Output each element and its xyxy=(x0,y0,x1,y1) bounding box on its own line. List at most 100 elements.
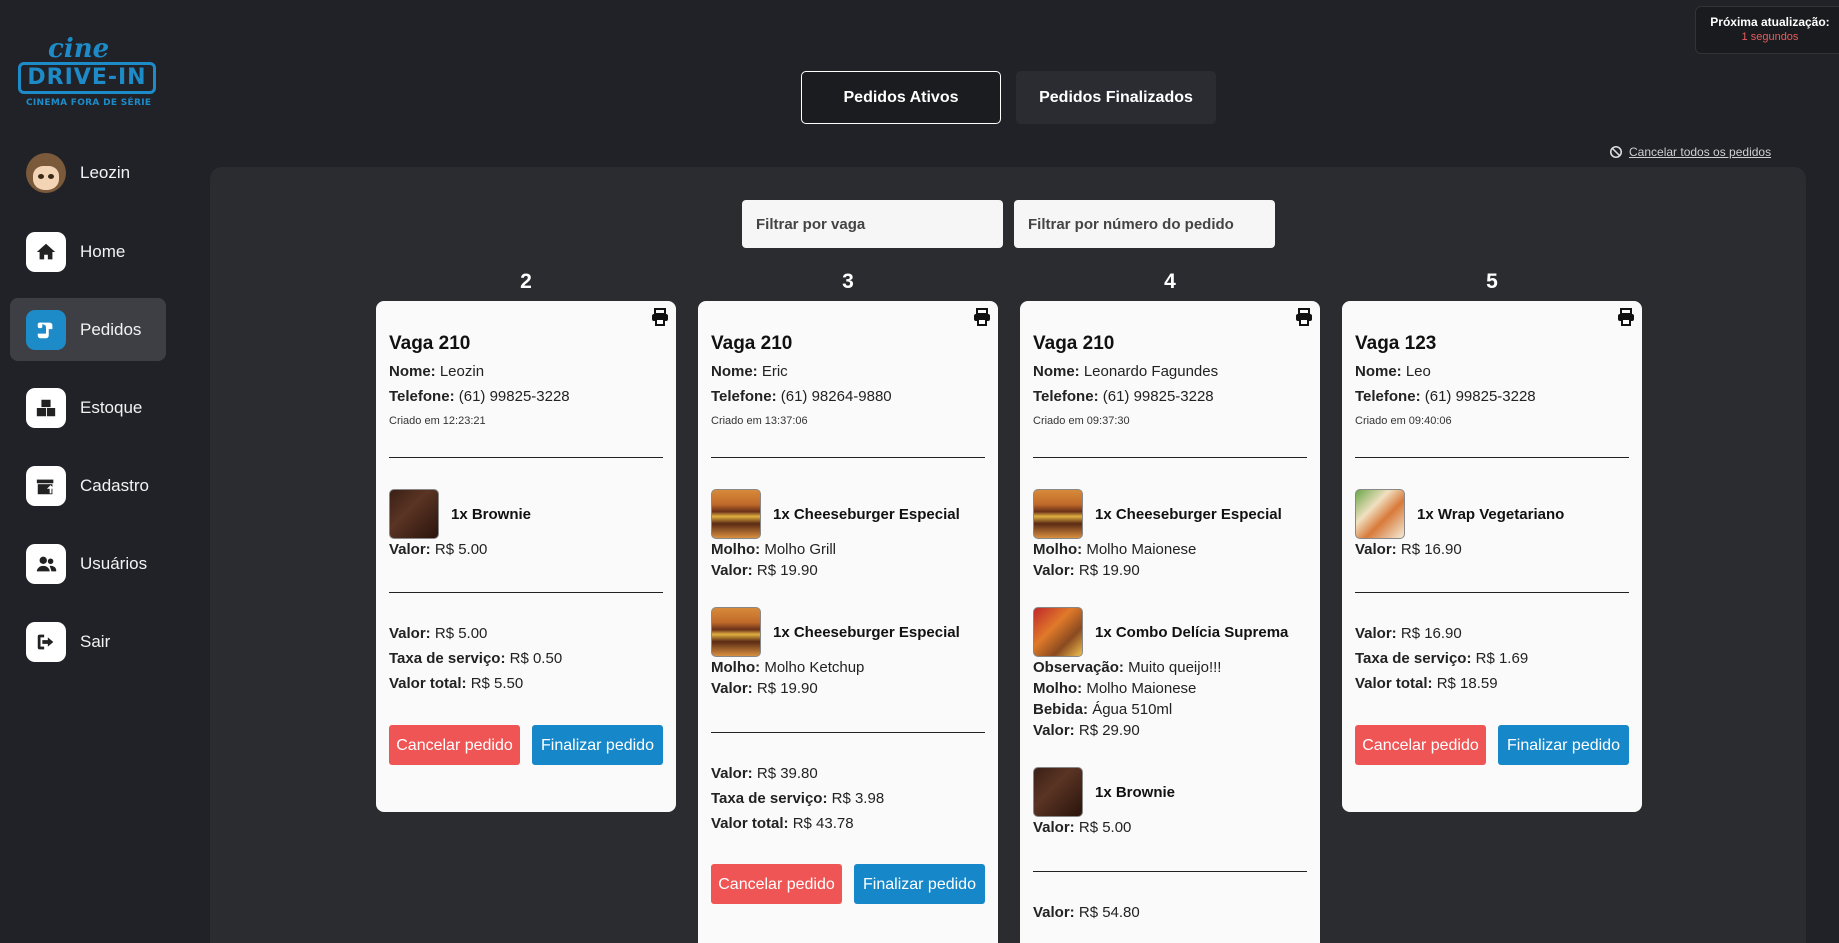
telefone-label: Telefone: xyxy=(1355,388,1421,405)
nome-label: Nome: xyxy=(1033,363,1080,380)
vaga-title: Vaga 210 xyxy=(389,333,471,354)
sidebar-user[interactable]: Leozin xyxy=(10,141,166,204)
receipt-icon xyxy=(37,322,53,338)
order-item: 1x Cheeseburger Especial xyxy=(1033,489,1307,539)
printer-icon[interactable] xyxy=(1616,307,1636,327)
item-value: R$ 5.00 xyxy=(434,541,488,558)
tab-pedidos-finalizados[interactable]: Pedidos Finalizados xyxy=(1016,71,1216,124)
telefone-label: Telefone: xyxy=(711,388,777,405)
subtotal-value: R$ 5.00 xyxy=(434,625,488,642)
sidebar-item-label: Usuários xyxy=(80,553,148,573)
item-sauce: Molho Grill xyxy=(764,541,837,558)
printer-icon[interactable] xyxy=(650,307,670,327)
valor-label: Valor: xyxy=(1355,541,1397,558)
cheeseburger-image xyxy=(711,489,761,539)
service-fee-value: R$ 1.69 xyxy=(1475,650,1529,667)
order-item: 1x Combo Delícia Suprema xyxy=(1033,607,1307,657)
item-value: R$ 29.90 xyxy=(1078,722,1140,739)
molho-label: Molho: xyxy=(1033,680,1083,697)
vaga-title: Vaga 210 xyxy=(711,333,793,354)
tab-pedidos-ativos[interactable]: Pedidos Ativos xyxy=(801,71,1001,124)
item-sauce: Molho Maionese xyxy=(1086,541,1197,558)
item-name: 1x Cheeseburger Especial xyxy=(773,505,960,523)
item-value: R$ 5.00 xyxy=(1078,819,1132,836)
sidebar-item-cadastro[interactable]: Cadastro xyxy=(10,454,166,517)
brownie-image xyxy=(389,489,439,539)
item-name: 1x Brownie xyxy=(1095,783,1176,801)
total-value: R$ 18.59 xyxy=(1436,675,1498,692)
order-card: Vaga 123 Nome: Leo Telefone: (61) 99825-… xyxy=(1342,301,1642,812)
finish-order-button[interactable]: Finalizar pedido xyxy=(532,725,663,765)
nome-label: Nome: xyxy=(711,363,758,380)
order-number: 4 xyxy=(1164,270,1176,293)
boxes-icon xyxy=(36,399,56,416)
customer-phone: (61) 99825-3228 xyxy=(1102,388,1214,405)
order-number: 2 xyxy=(520,270,532,293)
created-time: Criado em 09:37:30 xyxy=(1033,415,1130,427)
wrap-image xyxy=(1355,489,1405,539)
logo-tagline: CINEMA FORA DE SÉRIE xyxy=(26,98,152,108)
cancel-order-button[interactable]: Cancelar pedido xyxy=(389,725,520,765)
total-value: R$ 5.50 xyxy=(470,675,524,692)
sidebar-item-sair[interactable]: Sair xyxy=(10,610,166,673)
item-name: 1x Wrap Vegetariano xyxy=(1417,505,1565,523)
customer-phone: (61) 99825-3228 xyxy=(1424,388,1536,405)
sidebar: cine DRIVE-IN CINEMA FORA DE SÉRIE Leozi… xyxy=(0,0,175,943)
filter-order-number-input[interactable] xyxy=(1014,200,1275,248)
valor-label: Valor: xyxy=(1033,722,1075,739)
observacao-label: Observação: xyxy=(1033,659,1124,676)
sidebar-item-label: Cadastro xyxy=(80,475,149,495)
divider xyxy=(711,732,985,733)
subtotal-value: R$ 39.80 xyxy=(756,765,818,782)
sidebar-item-label: Pedidos xyxy=(80,319,142,339)
logo-cine-text: cine xyxy=(48,34,110,64)
refresh-status: Próxima atualização: 1 segundos xyxy=(1695,6,1839,54)
service-fee-value: R$ 3.98 xyxy=(831,790,885,807)
item-name: 1x Cheeseburger Especial xyxy=(773,623,960,641)
finish-order-button[interactable]: Finalizar pedido xyxy=(1498,725,1629,765)
item-note: Muito queijo!!! xyxy=(1128,659,1222,676)
divider xyxy=(1355,592,1629,593)
created-time: Criado em 13:37:06 xyxy=(711,415,808,427)
cancel-all-label: Cancelar todos os pedidos xyxy=(1629,145,1772,159)
item-value: R$ 16.90 xyxy=(1400,541,1462,558)
cancel-all-orders-link[interactable]: Cancelar todos os pedidos xyxy=(1609,145,1771,159)
order-card: Vaga 210 Nome: Leozin Telefone: (61) 998… xyxy=(376,301,676,812)
total-value: R$ 43.78 xyxy=(792,815,854,832)
sidebar-item-home[interactable]: Home xyxy=(10,220,166,283)
item-name: 1x Combo Delícia Suprema xyxy=(1095,623,1289,641)
sidebar-item-label: Home xyxy=(80,241,126,261)
sidebar-item-label: Estoque xyxy=(80,397,143,417)
refresh-countdown: 1 segundos xyxy=(1741,31,1799,43)
telefone-label: Telefone: xyxy=(389,388,455,405)
valor-label: Valor: xyxy=(711,680,753,697)
sidebar-item-estoque[interactable]: Estoque xyxy=(10,376,166,439)
molho-label: Molho: xyxy=(1033,541,1083,558)
divider xyxy=(1355,457,1629,458)
created-time: Criado em 12:23:21 xyxy=(389,415,486,427)
box-upload-icon xyxy=(36,479,55,494)
valor-label: Valor: xyxy=(1355,625,1397,642)
cine-drive-in-logo[interactable]: cine DRIVE-IN CINEMA FORA DE SÉRIE xyxy=(18,34,158,114)
printer-icon[interactable] xyxy=(1294,307,1314,327)
avatar xyxy=(26,152,66,193)
sidebar-item-usuarios[interactable]: Usuários xyxy=(10,532,166,595)
divider xyxy=(1033,871,1307,872)
valor-label: Valor: xyxy=(389,625,431,642)
customer-name: Leonardo Fagundes xyxy=(1083,363,1219,380)
cancel-order-button[interactable]: Cancelar pedido xyxy=(1355,725,1486,765)
divider xyxy=(389,592,663,593)
filter-vaga-input[interactable] xyxy=(742,200,1003,248)
ban-icon xyxy=(1609,145,1623,159)
refresh-title: Próxima atualização: xyxy=(1710,15,1830,29)
printer-icon[interactable] xyxy=(972,307,992,327)
order-number: 3 xyxy=(842,270,854,293)
sidebar-item-pedidos[interactable]: Pedidos xyxy=(10,298,166,361)
cancel-order-button[interactable]: Cancelar pedido xyxy=(711,864,842,904)
valor-label: Valor: xyxy=(1033,819,1075,836)
created-time: Criado em 09:40:06 xyxy=(1355,415,1452,427)
finish-order-button[interactable]: Finalizar pedido xyxy=(854,864,985,904)
telefone-label: Telefone: xyxy=(1033,388,1099,405)
valor-label: Valor: xyxy=(1033,904,1075,921)
customer-name: Leozin xyxy=(439,363,485,380)
